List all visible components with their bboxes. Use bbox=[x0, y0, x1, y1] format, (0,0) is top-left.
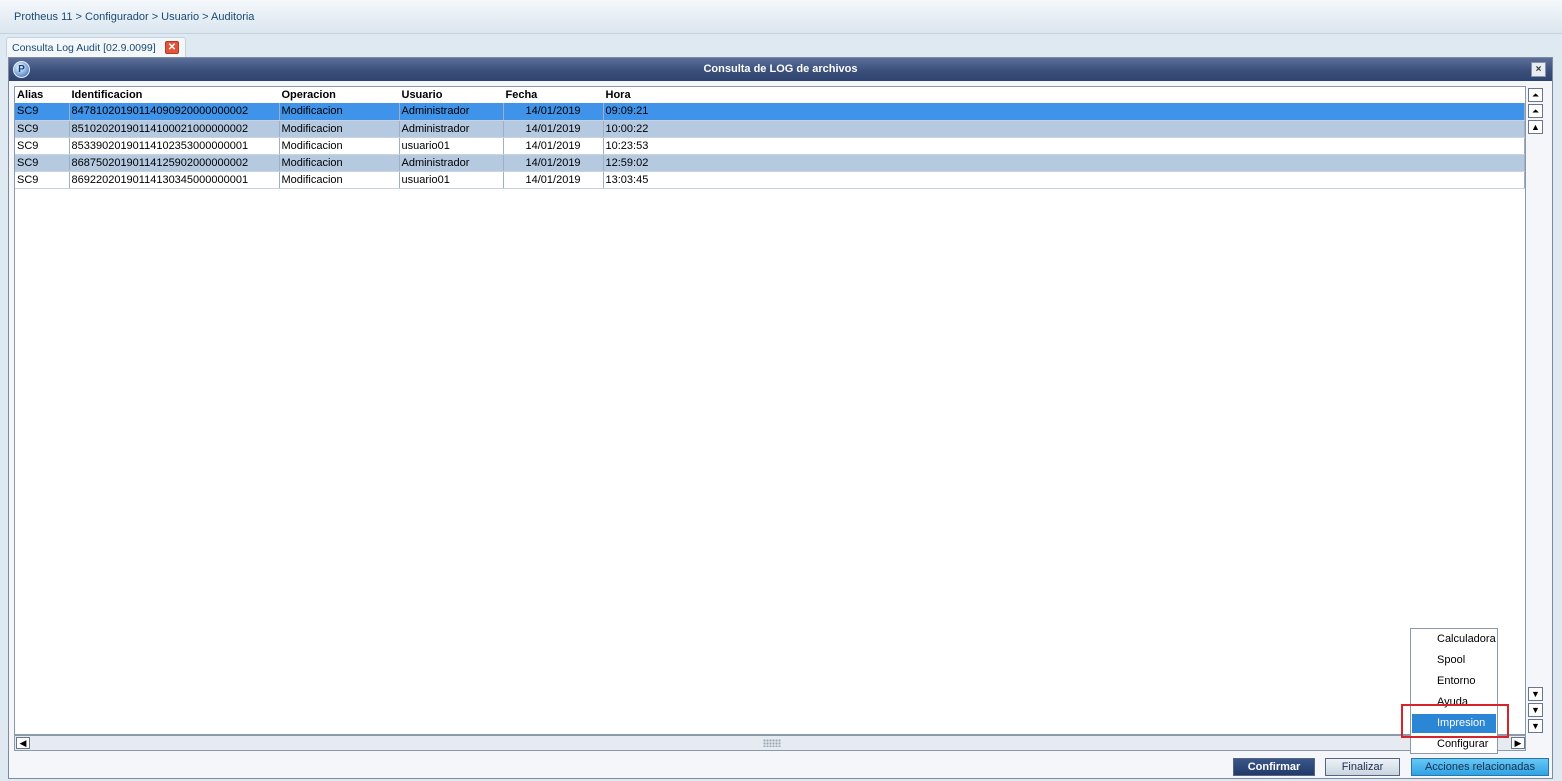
scroll-page-up-icon[interactable]: ⏶ bbox=[1528, 104, 1543, 118]
cell-identificacion: 85102020190114100021000000002 bbox=[69, 120, 280, 138]
window-titlebar: P Consulta de LOG de archivos × bbox=[9, 58, 1552, 81]
cell-alias: SC9 bbox=[15, 154, 70, 172]
table-row[interactable]: SC9 86922020190114130345000000001 Modifi… bbox=[15, 171, 1525, 189]
cell-hora: 10:00:22 bbox=[603, 120, 1525, 138]
cell-operacion: Modificacion bbox=[279, 171, 400, 189]
protheus-logo-icon: P bbox=[13, 61, 30, 78]
column-header-usuario[interactable]: Usuario bbox=[399, 87, 504, 103]
scroll-grip-icon[interactable] bbox=[763, 739, 781, 747]
cell-alias: SC9 bbox=[15, 103, 70, 121]
scroll-page-down-icon[interactable]: ▼ bbox=[1528, 703, 1543, 717]
horizontal-scrollbar[interactable]: ◀ ▶ bbox=[14, 735, 1526, 751]
cell-fecha: 14/01/2019 bbox=[503, 137, 604, 155]
scroll-up-icon[interactable]: ▲ bbox=[1528, 120, 1543, 134]
cell-usuario: Administrador bbox=[399, 154, 504, 172]
scroll-left-icon[interactable]: ◀ bbox=[16, 737, 30, 749]
finalizar-button[interactable]: Finalizar bbox=[1325, 758, 1400, 776]
confirmar-button[interactable]: Confirmar bbox=[1233, 758, 1315, 776]
cell-usuario: usuario01 bbox=[399, 171, 504, 189]
cell-fecha: 14/01/2019 bbox=[503, 103, 604, 121]
log-window: P Consulta de LOG de archivos × Alias Id… bbox=[8, 57, 1553, 779]
tab-strip: Consulta Log Audit [02.9.0099] ✕ bbox=[0, 34, 1562, 57]
tab-label: Consulta Log Audit [02.9.0099] bbox=[12, 42, 156, 54]
cell-fecha: 14/01/2019 bbox=[503, 120, 604, 138]
acciones-relacionadas-button[interactable]: Acciones relacionadas bbox=[1411, 758, 1549, 776]
cell-identificacion: 86875020190114125902000000002 bbox=[69, 154, 280, 172]
menu-item-calculadora[interactable]: Calculadora bbox=[1412, 630, 1496, 649]
cell-operacion: Modificacion bbox=[279, 103, 400, 121]
table-row[interactable]: SC9 86875020190114125902000000002 Modifi… bbox=[15, 154, 1525, 172]
breadcrumb: Protheus 11 > Configurador > Usuario > A… bbox=[0, 0, 1562, 34]
cell-alias: SC9 bbox=[15, 171, 70, 189]
cell-identificacion: 85339020190114102353000000001 bbox=[69, 137, 280, 155]
menu-item-entorno[interactable]: Entorno bbox=[1412, 672, 1496, 691]
column-header-alias[interactable]: Alias bbox=[15, 87, 70, 103]
scroll-bottom-icon[interactable]: ▼ bbox=[1528, 719, 1543, 733]
cell-hora: 13:03:45 bbox=[603, 171, 1525, 189]
window-close-icon[interactable]: × bbox=[1531, 62, 1546, 77]
cell-hora: 10:23:53 bbox=[603, 137, 1525, 155]
column-header-operacion[interactable]: Operacion bbox=[279, 87, 400, 103]
table-row[interactable]: SC9 85339020190114102353000000001 Modifi… bbox=[15, 137, 1525, 155]
scroll-top-icon[interactable]: ⏶ bbox=[1528, 88, 1543, 102]
column-header-hora[interactable]: Hora bbox=[603, 87, 1525, 103]
column-header-identificacion[interactable]: Identificacion bbox=[69, 87, 280, 103]
table-header: Alias Identificacion Operacion Usuario F… bbox=[15, 87, 1525, 103]
cell-usuario: Administrador bbox=[399, 103, 504, 121]
log-grid: Alias Identificacion Operacion Usuario F… bbox=[14, 86, 1526, 735]
cell-alias: SC9 bbox=[15, 137, 70, 155]
cell-operacion: Modificacion bbox=[279, 154, 400, 172]
cell-alias: SC9 bbox=[15, 120, 70, 138]
cell-usuario: Administrador bbox=[399, 120, 504, 138]
close-tab-icon[interactable]: ✕ bbox=[165, 41, 179, 54]
cell-operacion: Modificacion bbox=[279, 137, 400, 155]
cell-operacion: Modificacion bbox=[279, 120, 400, 138]
cell-usuario: usuario01 bbox=[399, 137, 504, 155]
log-table: Alias Identificacion Operacion Usuario F… bbox=[15, 87, 1525, 189]
vertical-scrollbar[interactable]: ⏶ ⏶ ▲ ▼ ▼ ▼ bbox=[1528, 86, 1544, 735]
impresion-highlight-box bbox=[1401, 704, 1509, 738]
cell-hora: 12:59:02 bbox=[603, 154, 1525, 172]
cell-identificacion: 86922020190114130345000000001 bbox=[69, 171, 280, 189]
table-row[interactable]: SC9 84781020190114090920000000002 Modifi… bbox=[15, 103, 1525, 121]
column-header-fecha[interactable]: Fecha bbox=[503, 87, 604, 103]
window-title: Consulta de LOG de archivos bbox=[703, 63, 858, 75]
scroll-down-icon[interactable]: ▼ bbox=[1528, 687, 1543, 701]
cell-hora: 09:09:21 bbox=[603, 103, 1525, 121]
cell-identificacion: 84781020190114090920000000002 bbox=[69, 103, 280, 121]
cell-fecha: 14/01/2019 bbox=[503, 171, 604, 189]
table-row[interactable]: SC9 85102020190114100021000000002 Modifi… bbox=[15, 120, 1525, 138]
cell-fecha: 14/01/2019 bbox=[503, 154, 604, 172]
tab-consulta-log-audit[interactable]: Consulta Log Audit [02.9.0099] ✕ bbox=[6, 37, 186, 57]
menu-item-spool[interactable]: Spool bbox=[1412, 651, 1496, 670]
scroll-right-icon[interactable]: ▶ bbox=[1511, 737, 1525, 749]
